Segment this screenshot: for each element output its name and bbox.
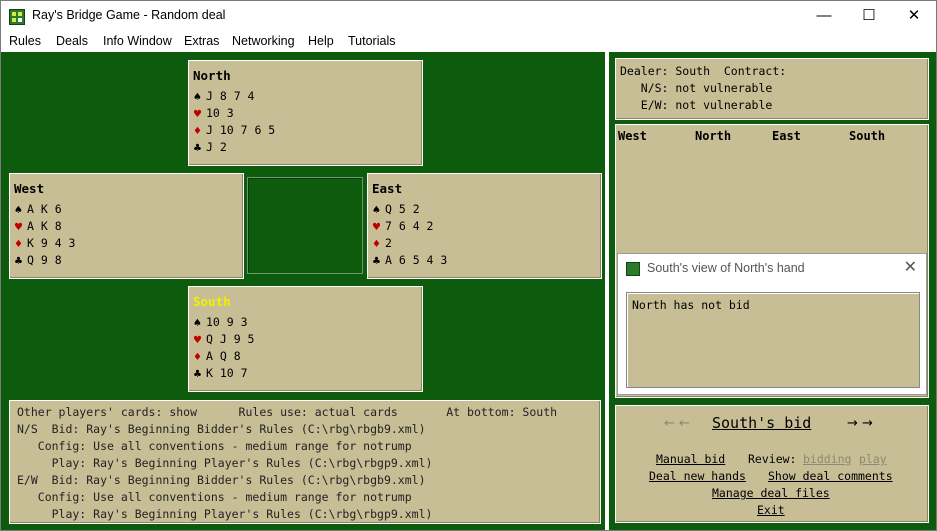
info-line-ns-config: Config: Use all conventions - medium ran… bbox=[17, 439, 412, 453]
north-clubs: ♣ J 2 bbox=[193, 140, 227, 154]
app-icon bbox=[9, 9, 25, 25]
bid-col-south: South bbox=[849, 129, 886, 143]
club-icon: ♣ bbox=[372, 256, 381, 267]
diamond-icon: ♦ bbox=[193, 126, 202, 137]
info-line-ns-play: Play: Ray's Beginning Player's Rules (C:… bbox=[17, 456, 433, 470]
review-label: Review: bbox=[748, 452, 797, 466]
bid-heading[interactable]: South's bid bbox=[712, 414, 811, 432]
info-line-ew-play: Play: Ray's Beginning Player's Rules (C:… bbox=[17, 507, 433, 521]
east-spades: ♠ Q 5 2 bbox=[372, 202, 420, 216]
menu-rules[interactable]: Rules bbox=[9, 34, 41, 48]
diamond-icon: ♦ bbox=[372, 239, 381, 250]
manage-deal-files-link[interactable]: Manage deal files bbox=[712, 486, 830, 500]
info-panel: Other players' cards: show Rules use: ac… bbox=[9, 400, 601, 524]
controls-panel: ← ← South's bid → → Manual bid Review: b… bbox=[615, 405, 929, 523]
ew-vulnerability: E/W: not vulnerable bbox=[620, 98, 773, 112]
show-deal-comments-link[interactable]: Show deal comments bbox=[768, 469, 893, 483]
east-hearts: ♥ 7 6 4 2 bbox=[372, 219, 434, 233]
window-title: Ray's Bridge Game - Random deal bbox=[32, 8, 226, 22]
north-hand[interactable]: North ♠ J 8 7 4 ♥ 10 3 ♦ J 10 7 6 5 ♣ J 2 bbox=[188, 60, 423, 166]
menu-extras[interactable]: Extras bbox=[184, 34, 219, 48]
east-label: East bbox=[372, 181, 403, 196]
west-clubs: ♣ Q 9 8 bbox=[14, 253, 62, 267]
dialog-message: North has not bid bbox=[632, 298, 750, 312]
north-diamonds: ♦ J 10 7 6 5 bbox=[193, 123, 276, 137]
info-line-ew-bid: E/W Bid: Ray's Beginning Bidder's Rules … bbox=[17, 473, 426, 487]
spade-icon: ♠ bbox=[193, 318, 202, 329]
east-clubs: ♣ A 6 5 4 3 bbox=[372, 253, 448, 267]
menu-help[interactable]: Help bbox=[308, 34, 334, 48]
club-icon: ♣ bbox=[14, 256, 23, 267]
minimize-button[interactable]: — bbox=[801, 1, 847, 31]
north-hearts: ♥ 10 3 bbox=[193, 106, 234, 120]
south-clubs: ♣ K 10 7 bbox=[193, 366, 248, 380]
review-bidding-link[interactable]: bidding bbox=[803, 452, 851, 466]
app-icon bbox=[626, 262, 640, 276]
east-diamonds: ♦ 2 bbox=[372, 236, 392, 250]
deal-new-hands-link[interactable]: Deal new hands bbox=[649, 469, 746, 483]
exit-link[interactable]: Exit bbox=[757, 503, 785, 517]
heart-icon: ♥ bbox=[193, 109, 202, 120]
south-hearts: ♥ Q J 9 5 bbox=[193, 332, 255, 346]
diamond-icon: ♦ bbox=[193, 352, 202, 363]
spade-icon: ♠ bbox=[14, 205, 23, 216]
south-label: South bbox=[193, 294, 231, 309]
west-spades: ♠ A K 6 bbox=[14, 202, 62, 216]
club-icon: ♣ bbox=[193, 369, 202, 380]
south-diamonds: ♦ A Q 8 bbox=[193, 349, 241, 363]
next-arrows[interactable]: → → bbox=[847, 416, 873, 431]
close-button[interactable]: ✕ bbox=[891, 1, 936, 31]
title-bar: Ray's Bridge Game - Random deal — ☐ ✕ bbox=[1, 1, 936, 31]
west-hand[interactable]: West ♠ A K 6 ♥ A K 8 ♦ K 9 4 3 ♣ Q 9 8 bbox=[9, 173, 244, 279]
app-window: Ray's Bridge Game - Random deal — ☐ ✕ Ru… bbox=[0, 0, 937, 531]
dialog-body: North has not bid bbox=[626, 292, 920, 388]
south-spades: ♠ 10 9 3 bbox=[193, 315, 248, 329]
menu-info-window[interactable]: Info Window bbox=[103, 34, 172, 48]
bid-col-east: East bbox=[772, 129, 801, 143]
menu-bar: Rules Deals Info Window Extras Networkin… bbox=[1, 31, 936, 52]
menu-deals[interactable]: Deals bbox=[56, 34, 88, 48]
prev-arrows[interactable]: ← ← bbox=[664, 416, 690, 431]
bid-col-west: West bbox=[618, 129, 647, 143]
pane-divider[interactable] bbox=[605, 52, 609, 530]
bid-col-north: North bbox=[695, 129, 732, 143]
south-hand[interactable]: South ♠ 10 9 3 ♥ Q J 9 5 ♦ A Q 8 ♣ K 10 7 bbox=[188, 286, 423, 392]
ns-vulnerability: N/S: not vulnerable bbox=[620, 81, 773, 95]
north-spades: ♠ J 8 7 4 bbox=[193, 89, 255, 103]
dialog-title: South's view of North's hand bbox=[647, 261, 805, 275]
menu-tutorials[interactable]: Tutorials bbox=[348, 34, 395, 48]
info-line-ns-bid: N/S Bid: Ray's Beginning Bidder's Rules … bbox=[17, 422, 426, 436]
review-play-link[interactable]: play bbox=[859, 452, 887, 466]
club-icon: ♣ bbox=[193, 143, 202, 154]
menu-networking[interactable]: Networking bbox=[232, 34, 295, 48]
west-hearts: ♥ A K 8 bbox=[14, 219, 62, 233]
spade-icon: ♠ bbox=[372, 205, 381, 216]
info-line-ew-config: Config: Use all conventions - medium ran… bbox=[17, 490, 412, 504]
maximize-button[interactable]: ☐ bbox=[846, 1, 892, 31]
heart-icon: ♥ bbox=[372, 222, 381, 233]
north-hand-view-dialog: South's view of North's hand ✕ North has… bbox=[617, 253, 927, 395]
info-line-settings: Other players' cards: show Rules use: ac… bbox=[17, 405, 558, 419]
heart-icon: ♥ bbox=[14, 222, 23, 233]
west-label: West bbox=[14, 181, 45, 196]
west-diamonds: ♦ K 9 4 3 bbox=[14, 236, 76, 250]
diamond-icon: ♦ bbox=[14, 239, 23, 250]
north-label: North bbox=[193, 68, 231, 83]
trick-area bbox=[247, 177, 363, 274]
dialog-close-icon[interactable]: ✕ bbox=[904, 257, 917, 277]
status-panel: Dealer: South Contract: N/S: not vulnera… bbox=[615, 58, 929, 120]
heart-icon: ♥ bbox=[193, 335, 202, 346]
spade-icon: ♠ bbox=[193, 92, 202, 103]
east-hand[interactable]: East ♠ Q 5 2 ♥ 7 6 4 2 ♦ 2 ♣ A 6 5 4 3 bbox=[367, 173, 602, 279]
manual-bid-link[interactable]: Manual bid bbox=[656, 452, 725, 466]
dealer-contract: Dealer: South Contract: bbox=[620, 64, 787, 78]
